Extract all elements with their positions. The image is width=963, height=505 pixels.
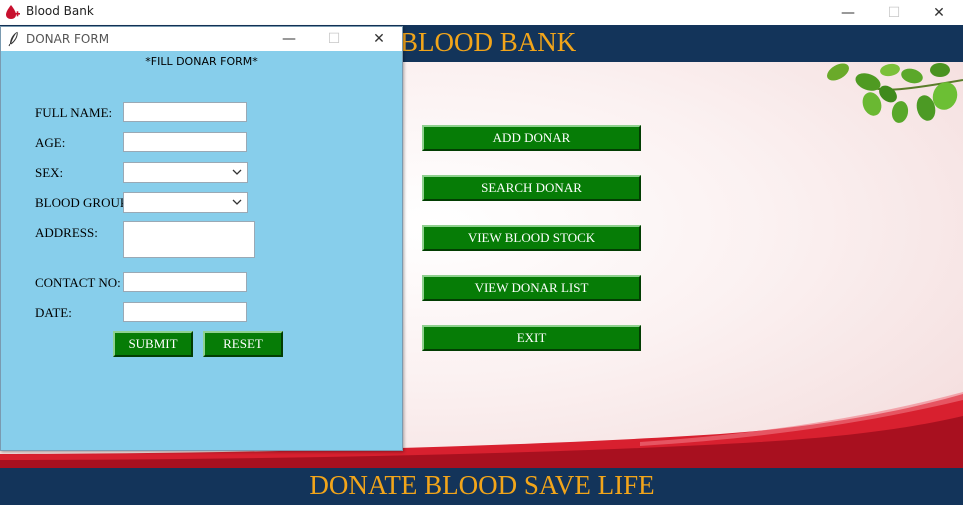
add-donor-button[interactable]: ADD DONAR xyxy=(422,125,641,151)
blood-group-select[interactable] xyxy=(123,192,248,213)
minimize-button[interactable]: — xyxy=(825,0,871,25)
leaves-decoration xyxy=(827,63,963,123)
donor-form-title: DONAR FORM xyxy=(26,32,110,46)
view-blood-stock-button[interactable]: VIEW BLOOD STOCK xyxy=(422,225,641,251)
sex-select[interactable] xyxy=(123,162,248,183)
chevron-down-icon xyxy=(232,199,242,205)
date-input[interactable] xyxy=(123,302,247,322)
contact-no-input[interactable] xyxy=(123,272,247,292)
reset-button[interactable]: RESET xyxy=(203,331,283,357)
chevron-down-icon xyxy=(232,169,242,175)
main-titlebar: Blood Bank — ☐ ✕ xyxy=(0,0,963,25)
close-button[interactable]: ✕ xyxy=(916,0,962,25)
full-name-input[interactable] xyxy=(123,102,247,122)
contact-no-label: CONTACT NO: xyxy=(35,275,121,290)
blood-drop-icon xyxy=(6,5,20,19)
maximize-button[interactable]: ☐ xyxy=(871,0,917,25)
age-input[interactable] xyxy=(123,132,247,152)
view-donor-list-button[interactable]: VIEW DONAR LIST xyxy=(422,275,641,301)
form-heading: *FILL DONAR FORM* xyxy=(145,55,258,68)
address-input[interactable] xyxy=(123,221,255,258)
age-label: AGE: xyxy=(35,135,66,150)
page-title: BLOOD BANK xyxy=(400,27,577,57)
feather-icon xyxy=(8,31,18,47)
form-close-button[interactable]: ✕ xyxy=(356,27,402,51)
blood-group-label: BLOOD GROUP xyxy=(35,195,128,210)
sex-label: SEX: xyxy=(35,165,64,180)
search-donor-button[interactable]: SEARCH DONAR xyxy=(422,175,641,201)
submit-button[interactable]: SUBMIT xyxy=(113,331,193,357)
form-maximize-button[interactable]: ☐ xyxy=(311,27,357,51)
window-title: Blood Bank xyxy=(26,4,94,18)
full-name-label: FULL NAME: xyxy=(35,105,113,120)
exit-button[interactable]: EXIT xyxy=(422,325,641,351)
date-label: DATE: xyxy=(35,305,72,320)
form-minimize-button[interactable]: — xyxy=(266,27,312,51)
donor-form-window: DONAR FORM — ☐ ✕ *FILL DONAR FORM* FULL … xyxy=(0,26,403,451)
footer-title: DONATE BLOOD SAVE LIFE xyxy=(309,470,655,500)
donor-form-titlebar[interactable]: DONAR FORM — ☐ ✕ xyxy=(1,27,402,51)
address-label: ADDRESS: xyxy=(35,225,98,240)
